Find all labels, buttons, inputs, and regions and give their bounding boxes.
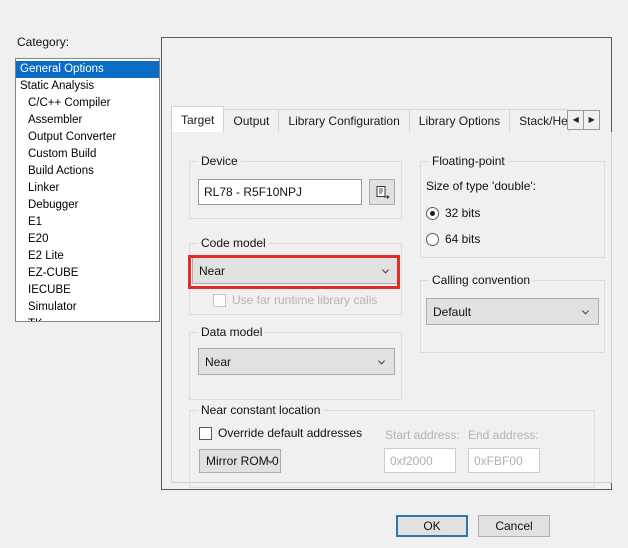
category-list[interactable]: General Options Static Analysis C/C++ Co…: [15, 58, 160, 322]
category-item-label: Build Actions: [28, 165, 94, 177]
category-item-label: C/C++ Compiler: [28, 97, 111, 109]
override-default-addresses-checkbox[interactable]: Override default addresses: [199, 426, 362, 440]
category-item-label: E20: [28, 233, 49, 245]
use-far-runtime-label: Use far runtime library calls: [232, 293, 378, 307]
end-address-field[interactable]: 0xFBF00: [468, 448, 540, 473]
category-item-e20[interactable]: E20: [16, 231, 159, 248]
tab-library-configuration[interactable]: Library Configuration: [278, 109, 410, 132]
category-item-label: E1: [28, 216, 43, 228]
chevron-down-icon: [381, 268, 390, 274]
category-item-label: General Options: [20, 63, 104, 75]
tab-scroll-right-button[interactable]: ▶: [583, 109, 601, 130]
cancel-button[interactable]: Cancel: [478, 515, 550, 537]
category-item-static-analysis[interactable]: Static Analysis: [16, 78, 159, 95]
device-picker-icon: [376, 185, 390, 199]
category-item-e1[interactable]: E1: [16, 214, 159, 231]
tab-label: Library Configuration: [288, 114, 400, 128]
checkbox-box: [213, 293, 226, 307]
calling-convention-value: Default: [433, 304, 472, 319]
category-item-iecube[interactable]: IECUBE: [16, 282, 159, 299]
calling-convention-select[interactable]: Default: [426, 298, 599, 325]
end-address-value: 0xFBF00: [474, 453, 523, 468]
category-item-label: Static Analysis: [20, 80, 95, 92]
tab-scroll-left-button[interactable]: ◀: [567, 109, 585, 130]
radio-32-bits-label: 32 bits: [445, 206, 481, 220]
category-item-custom-build[interactable]: Custom Build: [16, 146, 159, 163]
category-item-e2-lite[interactable]: E2 Lite: [16, 248, 159, 265]
device-picker-button[interactable]: [369, 179, 395, 205]
ok-button-label: OK: [423, 519, 441, 533]
tab-content-target: Device RL78 - R5F10NPJ Code model Near U…: [171, 132, 612, 488]
tab-library-options[interactable]: Library Options: [408, 109, 511, 132]
group-code-model-title: Code model: [198, 236, 269, 250]
category-item-label: Simulator: [28, 301, 77, 313]
group-calling-convention-title: Calling convention: [429, 273, 534, 287]
tab-stack-heap[interactable]: Stack/Hea: [509, 109, 570, 132]
group-device-title: Device: [198, 154, 241, 168]
category-item-assembler[interactable]: Assembler: [16, 112, 159, 129]
ok-button[interactable]: OK: [396, 515, 468, 537]
code-model-select[interactable]: Near: [192, 257, 399, 284]
tab-target[interactable]: Target: [171, 106, 225, 132]
category-item-build-actions[interactable]: Build Actions: [16, 163, 159, 180]
category-item-linker[interactable]: Linker: [16, 180, 159, 197]
options-dialog: Category: General Options Static Analysi…: [0, 0, 628, 548]
group-floating-point-title: Floating-point: [429, 154, 508, 168]
tab-label: Output: [233, 114, 270, 128]
group-data-model-title: Data model: [198, 325, 266, 339]
category-item-label: Output Converter: [28, 131, 117, 143]
data-model-value: Near: [205, 354, 232, 369]
category-item-general-options[interactable]: General Options: [16, 61, 159, 78]
category-item-simulator[interactable]: Simulator: [16, 299, 159, 316]
code-model-value: Near: [199, 263, 226, 278]
category-item-label: Linker: [28, 182, 60, 194]
chevron-right-icon: ▶: [588, 115, 595, 124]
chevron-down-icon: [266, 459, 275, 464]
device-field-value: RL78 - R5F10NPJ: [204, 185, 303, 199]
category-item-label: Assembler: [28, 114, 83, 126]
use-far-runtime-checkbox[interactable]: Use far runtime library calls: [213, 293, 377, 307]
tab-bar[interactable]: Target Output Library Configuration Libr…: [171, 106, 612, 132]
category-item-c-cpp-compiler[interactable]: C/C++ Compiler: [16, 95, 159, 112]
end-address-label: End address:: [468, 428, 539, 442]
chevron-down-icon: [377, 359, 386, 365]
category-item-label: TK: [28, 318, 43, 321]
category-item-label: Debugger: [28, 199, 79, 211]
radio-64-bits[interactable]: 64 bits: [426, 232, 480, 246]
group-near-constant-location-title: Near constant location: [198, 403, 324, 417]
checkbox-box: [199, 426, 212, 440]
tab-label: Library Options: [418, 114, 501, 128]
data-model-select[interactable]: Near: [198, 348, 395, 375]
double-size-label: Size of type 'double':: [426, 179, 536, 193]
radio-64-bits-label: 64 bits: [445, 232, 481, 246]
category-item-label: EZ-CUBE: [28, 267, 79, 279]
device-field[interactable]: RL78 - R5F10NPJ: [198, 179, 362, 205]
tab-label: Stack/Hea: [519, 114, 570, 128]
override-default-addresses-label: Override default addresses: [218, 426, 363, 440]
tab-scroll-buttons[interactable]: ◀ ▶: [567, 109, 601, 130]
cancel-button-label: Cancel: [495, 519, 533, 533]
category-label: Category:: [17, 35, 70, 49]
category-item-tk[interactable]: TK: [16, 316, 159, 321]
category-item-label: E2 Lite: [28, 250, 64, 262]
category-item-label: IECUBE: [28, 284, 71, 296]
tab-label: Target: [181, 112, 215, 127]
category-item-debugger[interactable]: Debugger: [16, 197, 159, 214]
start-address-value: 0xf2000: [390, 453, 433, 468]
radio-dot: [426, 206, 439, 220]
radio-dot: [426, 232, 439, 246]
radio-32-bits[interactable]: 32 bits: [426, 206, 480, 220]
tab-output[interactable]: Output: [223, 109, 280, 132]
chevron-down-icon: [581, 309, 590, 315]
category-item-output-converter[interactable]: Output Converter: [16, 129, 159, 146]
start-address-field[interactable]: 0xf2000: [384, 448, 456, 473]
start-address-label: Start address:: [385, 428, 460, 442]
category-item-label: Custom Build: [28, 148, 97, 160]
chevron-left-icon: ◀: [572, 115, 579, 124]
category-item-ez-cube[interactable]: EZ-CUBE: [16, 265, 159, 282]
mirror-rom-select[interactable]: Mirror ROM 0: [199, 449, 281, 473]
